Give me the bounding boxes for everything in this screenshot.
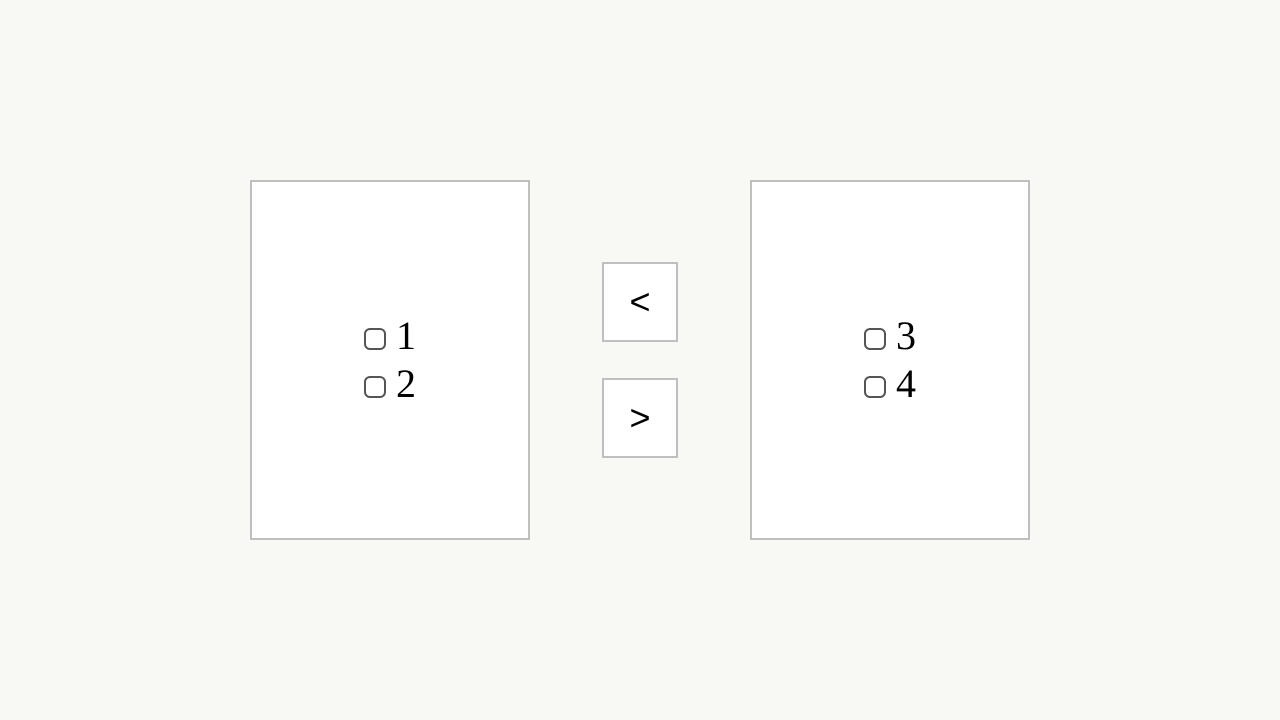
checkbox-icon[interactable] xyxy=(364,376,386,398)
checkbox-icon[interactable] xyxy=(864,328,886,350)
list-item[interactable]: 3 xyxy=(864,313,916,359)
move-left-button[interactable]: < xyxy=(602,262,678,342)
item-label: 1 xyxy=(396,313,416,359)
list-item[interactable]: 4 xyxy=(864,361,916,407)
chevron-left-icon: < xyxy=(629,281,650,323)
move-right-button[interactable]: > xyxy=(602,378,678,458)
move-controls: < > xyxy=(602,262,678,458)
item-label: 3 xyxy=(896,313,916,359)
left-items: 1 2 xyxy=(364,313,416,407)
item-label: 2 xyxy=(396,361,416,407)
right-list-panel: 3 4 xyxy=(750,180,1030,540)
list-item[interactable]: 1 xyxy=(364,313,416,359)
checkbox-icon[interactable] xyxy=(864,376,886,398)
checkbox-icon[interactable] xyxy=(364,328,386,350)
right-items: 3 4 xyxy=(864,313,916,407)
item-label: 4 xyxy=(896,361,916,407)
chevron-right-icon: > xyxy=(629,397,650,439)
transfer-container: 1 2 < > 3 4 xyxy=(250,180,1030,540)
left-list-panel: 1 2 xyxy=(250,180,530,540)
list-item[interactable]: 2 xyxy=(364,361,416,407)
